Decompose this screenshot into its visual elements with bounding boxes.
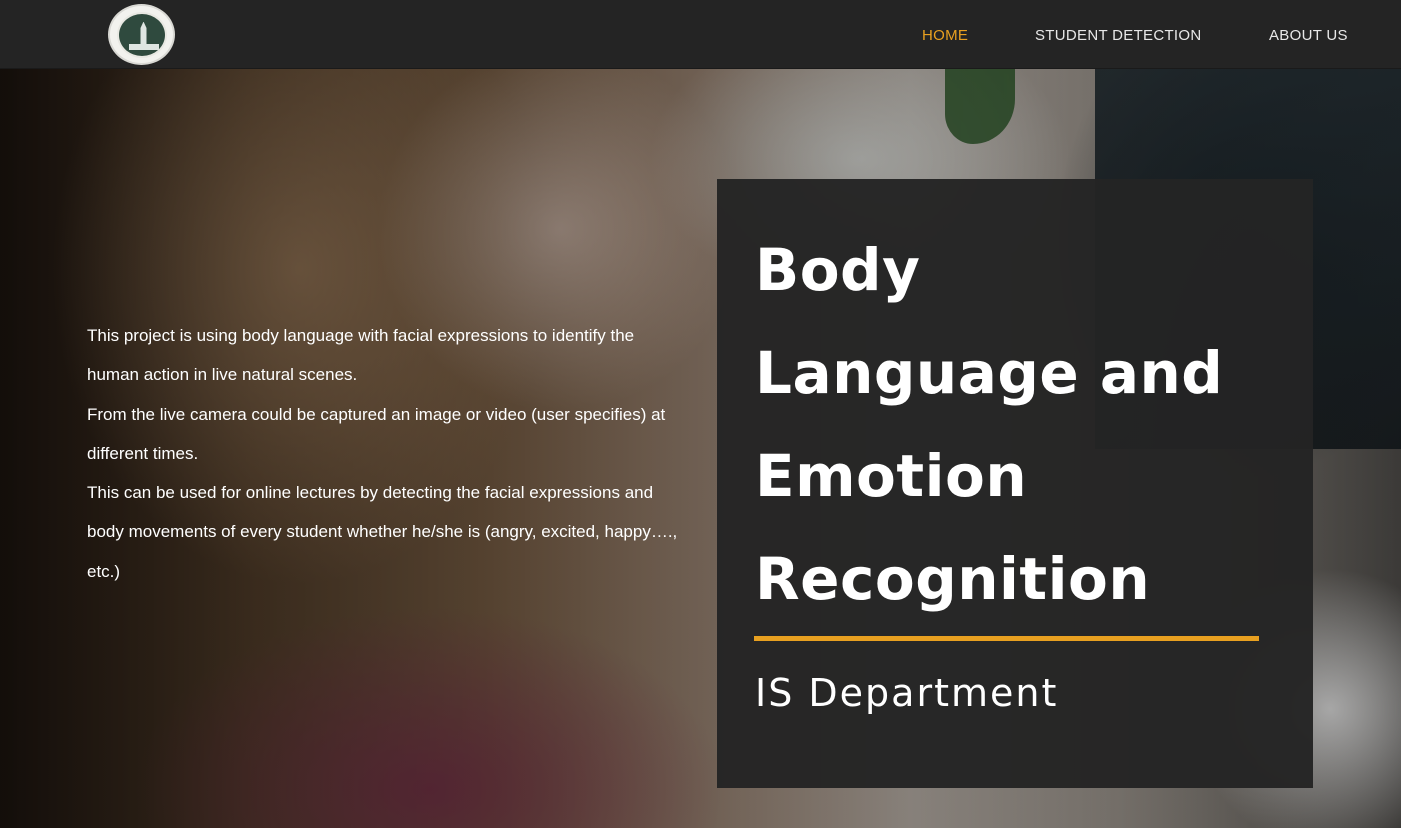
- nav-link-student-detection[interactable]: STUDENT DETECTION: [1035, 27, 1202, 44]
- title-line: Emotion: [755, 442, 1028, 510]
- top-navbar: HOME STUDENT DETECTION ABOUT US: [0, 0, 1401, 69]
- university-seal-icon: [116, 11, 167, 58]
- page-title: Body Language and Emotion Recognition: [755, 219, 1295, 631]
- title-line: Language and: [755, 339, 1224, 407]
- project-description: This project is using body language with…: [87, 316, 687, 591]
- description-paragraph: From the live camera could be captured a…: [87, 404, 666, 463]
- department-subtitle: IS Department: [755, 671, 1059, 715]
- title-card: Body Language and Emotion Recognition IS…: [717, 179, 1313, 788]
- description-paragraph: This project is using body language with…: [87, 326, 635, 385]
- nav-link-home[interactable]: HOME: [922, 27, 968, 44]
- title-line: Body: [755, 236, 921, 304]
- description-paragraph: This can be used for online lectures by …: [87, 483, 678, 581]
- title-line: Recognition: [755, 545, 1151, 613]
- university-logo[interactable]: [108, 4, 175, 65]
- hero-section: This project is using body language with…: [0, 69, 1401, 828]
- accent-divider: [754, 636, 1259, 641]
- nav-link-about-us[interactable]: ABOUT US: [1269, 27, 1348, 44]
